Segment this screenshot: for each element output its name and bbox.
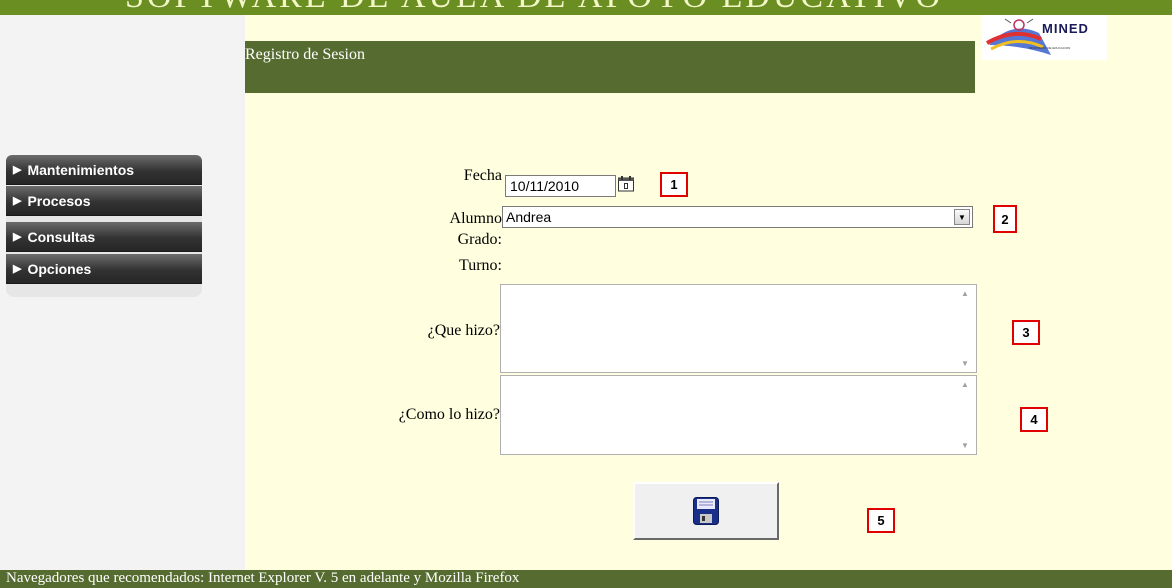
- play-arrow-icon: ▶: [13, 164, 22, 176]
- scroll-up-icon[interactable]: ▲: [959, 289, 971, 298]
- logo-subtitle: MINISTERIO DE EDUCACION: [1029, 46, 1071, 50]
- scroll-up-icon[interactable]: ▲: [959, 380, 971, 389]
- sidebar-item-mantenimientos[interactable]: ▶ Mantenimientos: [6, 155, 202, 185]
- chevron-down-icon[interactable]: ▼: [954, 209, 970, 225]
- scroll-down-icon[interactable]: ▼: [959, 359, 971, 368]
- como-lo-hizo-label: ¿Como lo hizo?: [398, 406, 500, 423]
- sidebar-item-label: Opciones: [27, 260, 92, 277]
- page-header: Registro de Sesion: [245, 41, 975, 93]
- sidebar-menu: ▶ Mantenimientos ▶ Procesos ▶ Consultas …: [6, 155, 202, 297]
- play-arrow-icon: ▶: [13, 195, 22, 207]
- annotation-badge-3: 3: [1012, 320, 1040, 345]
- que-hizo-textarea[interactable]: ▲ ▼: [500, 284, 977, 373]
- grado-label: Grado:: [457, 231, 502, 248]
- mined-logo: MINED MINISTERIO DE EDUCACION: [981, 15, 1107, 60]
- footer-text: Navegadores que recomendados: Internet E…: [6, 570, 520, 586]
- sidebar-item-consultas[interactable]: ▶ Consultas: [6, 222, 202, 252]
- que-hizo-label: ¿Que hizo?: [427, 322, 500, 339]
- calendar-icon[interactable]: [617, 175, 635, 193]
- floppy-disk-icon: [693, 497, 719, 525]
- banner-title: SOFTWARE DE AULA DE APOYO EDUCATIVO: [125, 0, 943, 15]
- sidebar-item-procesos[interactable]: ▶ Procesos: [6, 186, 202, 216]
- logo-text: MINED: [1042, 21, 1089, 36]
- fecha-input[interactable]: 10/11/2010: [505, 175, 616, 197]
- footer: Navegadores que recomendados: Internet E…: [0, 570, 1172, 588]
- alumno-selected-value: Andrea: [506, 209, 552, 225]
- como-lo-hizo-textarea[interactable]: ▲ ▼: [500, 375, 977, 455]
- alumno-label: Alumno: [449, 210, 502, 227]
- play-arrow-icon: ▶: [13, 263, 22, 275]
- fecha-label: Fecha: [463, 167, 502, 184]
- annotation-badge-1: 1: [660, 172, 688, 197]
- page-title: Registro de Sesion: [245, 46, 365, 63]
- sidebar-item-opciones[interactable]: ▶ Opciones: [6, 254, 202, 284]
- alumno-select[interactable]: Andrea ▼: [502, 206, 973, 228]
- sidebar-item-label: Procesos: [27, 192, 91, 209]
- sidebar-item-label: Consultas: [27, 228, 96, 245]
- turno-label: Turno:: [459, 257, 502, 274]
- sidebar-item-label: Mantenimientos: [27, 161, 135, 178]
- play-arrow-icon: ▶: [13, 231, 22, 243]
- scroll-down-icon[interactable]: ▼: [959, 441, 971, 450]
- annotation-badge-2: 2: [993, 205, 1017, 233]
- save-button[interactable]: [633, 482, 779, 540]
- top-banner: SOFTWARE DE AULA DE APOYO EDUCATIVO: [0, 0, 1172, 15]
- annotation-badge-5: 5: [867, 508, 895, 533]
- annotation-badge-4: 4: [1020, 407, 1048, 432]
